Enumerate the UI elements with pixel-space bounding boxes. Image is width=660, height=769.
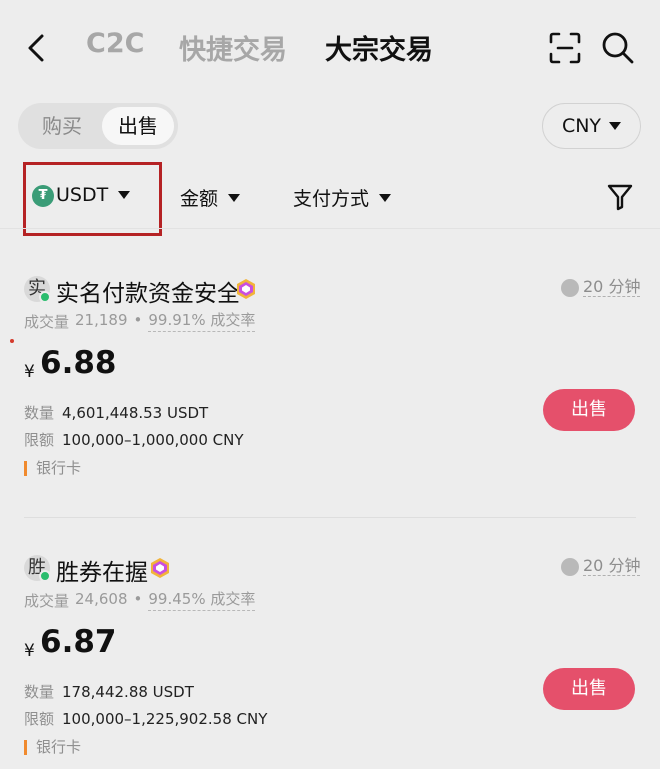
- search-icon[interactable]: [600, 30, 636, 66]
- quantity-value: 4,601,448.53 USDT: [62, 404, 209, 422]
- price: 6.87: [40, 624, 117, 660]
- coin-filter[interactable]: USDT: [56, 184, 131, 206]
- trade-stats: 成交量 21,189 • 99.91% 成交率: [24, 311, 256, 332]
- stats-separator: •: [133, 311, 143, 329]
- amount-filter-label: 金额: [180, 188, 219, 210]
- tab-quick-trade[interactable]: 快捷交易: [179, 28, 287, 67]
- limit-row: 限额 100,000–1,000,000 CNY: [24, 429, 244, 450]
- verified-badge-icon: [237, 279, 255, 299]
- tab-c2c[interactable]: C2C: [86, 28, 144, 59]
- trades-label: 成交量: [24, 313, 70, 331]
- caret-down-icon: [609, 122, 622, 130]
- caret-down-icon: [379, 193, 392, 202]
- currency-select[interactable]: CNY: [542, 103, 641, 149]
- currency-label: CNY: [561, 115, 602, 137]
- caret-down-icon: [228, 193, 241, 202]
- filter-divider: [0, 228, 660, 229]
- quantity-row: 数量 4,601,448.53 USDT: [24, 402, 208, 423]
- indicator-dot: [10, 339, 14, 343]
- payment-method: 银行卡: [24, 461, 81, 476]
- price: 6.88: [40, 345, 117, 381]
- currency-symbol: ¥: [24, 641, 35, 661]
- merchant-name[interactable]: 胜券在握: [56, 553, 148, 587]
- scan-icon[interactable]: [548, 31, 582, 65]
- stats-separator: •: [133, 590, 143, 608]
- listing-divider: [24, 517, 636, 518]
- trades-count: 24,608: [75, 590, 128, 608]
- payment-filter-label: 支付方式: [293, 188, 370, 210]
- limit-label: 限额: [24, 431, 55, 449]
- trades-count: 21,189: [75, 311, 128, 329]
- limit-value: 100,000–1,225,902.58 CNY: [62, 710, 268, 728]
- limit-value: 100,000–1,000,000 CNY: [62, 431, 244, 449]
- usdt-icon: ₮: [32, 185, 54, 207]
- merchant-name[interactable]: 实名付款资金安全: [56, 274, 240, 308]
- back-arrow-icon[interactable]: [22, 28, 52, 68]
- quantity-label: 数量: [24, 404, 55, 422]
- payment-method: 银行卡: [24, 740, 81, 755]
- sell-button[interactable]: 出售: [543, 668, 635, 710]
- trades-label: 成交量: [24, 592, 70, 610]
- amount-filter[interactable]: 金额: [180, 184, 241, 211]
- quantity-value: 178,442.88 USDT: [62, 683, 194, 701]
- payment-time: 20 分钟: [561, 277, 641, 297]
- completion-rate: 99.91% 成交率: [148, 311, 256, 332]
- completion-rate: 99.45% 成交率: [148, 590, 256, 611]
- time-value: 20 分钟: [583, 556, 641, 576]
- sell-option[interactable]: 出售: [102, 107, 174, 145]
- currency-symbol: ¥: [24, 362, 35, 382]
- tab-block-trade[interactable]: 大宗交易: [325, 28, 433, 67]
- trade-stats: 成交量 24,608 • 99.45% 成交率: [24, 590, 256, 611]
- filter-icon[interactable]: [607, 183, 633, 211]
- clock-icon: [561, 557, 579, 576]
- buy-sell-toggle: 购买 出售: [18, 103, 178, 149]
- online-status-dot: [39, 570, 51, 582]
- quantity-label: 数量: [24, 683, 55, 701]
- payment-filter[interactable]: 支付方式: [293, 184, 392, 211]
- online-status-dot: [39, 291, 51, 303]
- buy-option[interactable]: 购买: [24, 107, 100, 145]
- caret-down-icon: [118, 191, 131, 199]
- payment-time: 20 分钟: [561, 556, 641, 576]
- time-value: 20 分钟: [583, 277, 641, 297]
- limit-label: 限额: [24, 710, 55, 728]
- verified-badge-icon: [151, 558, 169, 578]
- clock-icon: [561, 278, 579, 297]
- coin-filter-label: USDT: [56, 184, 109, 206]
- limit-row: 限额 100,000–1,225,902.58 CNY: [24, 708, 267, 729]
- sell-button[interactable]: 出售: [543, 389, 635, 431]
- quantity-row: 数量 178,442.88 USDT: [24, 681, 194, 702]
